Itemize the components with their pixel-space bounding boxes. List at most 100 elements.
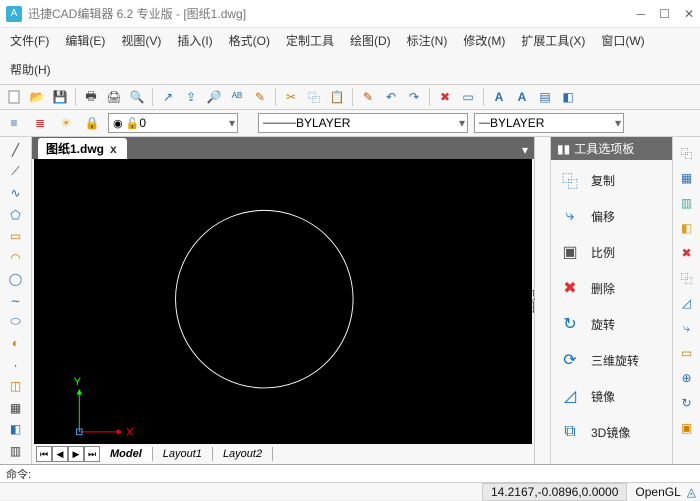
linetype-dropdown[interactable]: ——— BYLAYER▾ — [258, 113, 468, 133]
file-tab-close[interactable]: x — [110, 142, 117, 156]
copy-button[interactable]: ⿻ — [304, 87, 324, 107]
new-button[interactable] — [4, 87, 24, 107]
tab-last[interactable]: ⏭ — [84, 446, 100, 462]
menu-window[interactable]: 窗口(W) — [597, 30, 648, 51]
palette-item-5[interactable]: ⟳三维旋转 — [553, 344, 670, 376]
undo-button[interactable]: ↶ — [381, 87, 401, 107]
circle-tool[interactable]: ◯ — [5, 270, 27, 288]
text-b-button[interactable]: A — [512, 87, 532, 107]
tab-next[interactable]: ▶ — [68, 446, 84, 462]
ellipse-tool[interactable]: ⬭ — [5, 313, 27, 331]
polygon-tool[interactable]: ⬠ — [5, 205, 27, 223]
r-tool-3[interactable]: ▥ — [677, 193, 697, 213]
layer-mgr-button[interactable]: ≡ — [4, 113, 24, 133]
layer-dropdown[interactable]: ◉ 🔓 0▾ — [108, 113, 238, 133]
find-button[interactable]: 🔎 — [204, 87, 224, 107]
linetype-value: BYLAYER — [296, 116, 350, 130]
cut-button[interactable]: ✂ — [281, 87, 301, 107]
earc-tool[interactable]: ◐ — [5, 334, 27, 352]
palette-item-label: 三维旋转 — [591, 352, 639, 369]
hatch-tool[interactable]: ▦ — [5, 399, 27, 417]
menu-file[interactable]: 文件(F) — [6, 30, 53, 51]
table-tool[interactable]: ▥ — [5, 442, 27, 460]
menu-insert[interactable]: 插入(I) — [173, 30, 216, 51]
tab-model[interactable]: Model — [100, 447, 153, 461]
block-tool[interactable]: ◫ — [5, 377, 27, 395]
palette-item-0[interactable]: ⿻复制 — [553, 164, 670, 196]
match-button[interactable]: ✎ — [358, 87, 378, 107]
tab-layout1[interactable]: Layout1 — [153, 447, 213, 461]
palette-item-1[interactable]: ⤷偏移 — [553, 200, 670, 232]
menu-view[interactable]: 视图(V) — [117, 30, 165, 51]
tool-a-button[interactable]: ✎ — [250, 87, 270, 107]
r-tool-11[interactable]: ↻ — [677, 393, 697, 413]
text-a-button[interactable]: A — [489, 87, 509, 107]
preview-button[interactable]: 🔍 — [127, 87, 147, 107]
open-button[interactable]: 📂 — [27, 87, 47, 107]
palette-item-3[interactable]: ✖删除 — [553, 272, 670, 304]
menu-modify[interactable]: 修改(M) — [459, 30, 509, 51]
select-button[interactable]: ▭ — [458, 87, 478, 107]
status-icon[interactable]: ◬ — [687, 485, 696, 499]
palette-item-4[interactable]: ↻旋转 — [553, 308, 670, 340]
text-c-button[interactable]: ▤ — [535, 87, 555, 107]
spline-tool[interactable]: ∼ — [5, 291, 27, 309]
drawn-circle[interactable] — [176, 210, 354, 388]
menu-help[interactable]: 帮助(H) — [6, 59, 55, 80]
layer-tool-button[interactable]: ☀ — [56, 113, 76, 133]
tool-palette: ▮▮ 工具选项板 ⿻复制 ⤷偏移 ▣比例 ✖删除 ↻旋转 ⟳三维旋转 ◿镜像 ⧉3D镜像 — [550, 137, 672, 464]
region-tool[interactable]: ◧ — [5, 420, 27, 438]
tab-dropdown-icon[interactable]: ▾ — [522, 143, 528, 157]
command-line[interactable]: 命令: — [0, 464, 700, 482]
menu-custom[interactable]: 定制工具 — [282, 30, 338, 51]
r-tool-4[interactable]: ◧ — [677, 218, 697, 238]
export-button[interactable]: ⇪ — [181, 87, 201, 107]
r-tool-6[interactable]: ⿻ — [677, 268, 697, 288]
r-tool-5[interactable]: ✖ — [677, 243, 697, 263]
menu-dim[interactable]: 标注(N) — [403, 30, 452, 51]
palette-item-7[interactable]: ⧉3D镜像 — [553, 416, 670, 448]
publish-button[interactable]: ↗ — [158, 87, 178, 107]
print-button[interactable]: 🖶 — [81, 87, 101, 107]
menu-draw[interactable]: 绘图(D) — [346, 30, 395, 51]
file-tab-label: 图纸1.dwg — [46, 140, 104, 157]
xline-tool[interactable]: ⟋ — [5, 162, 27, 180]
maximize-button[interactable]: ☐ — [659, 7, 670, 21]
save-button[interactable]: 💾 — [50, 87, 70, 107]
r-tool-1[interactable]: ⿻ — [677, 143, 697, 163]
r-tool-10[interactable]: ⊕ — [677, 368, 697, 388]
layer-state-button[interactable]: ≣ — [30, 113, 50, 133]
spell-button[interactable]: ᴬᴮ — [227, 87, 247, 107]
erase-button[interactable]: ✖ — [435, 87, 455, 107]
redo-button[interactable]: ↷ — [404, 87, 424, 107]
minimize-button[interactable]: ─ — [637, 7, 646, 21]
tab-first[interactable]: ⏮ — [36, 446, 52, 462]
lineweight-dropdown[interactable]: — BYLAYER▾ — [474, 113, 624, 133]
palette-item-6[interactable]: ◿镜像 — [553, 380, 670, 412]
r-tool-12[interactable]: ▣ — [677, 418, 697, 438]
paste-button[interactable]: 📋 — [327, 87, 347, 107]
arc-tool[interactable]: ◠ — [5, 248, 27, 266]
menu-format[interactable]: 格式(O) — [225, 30, 274, 51]
menu-edit[interactable]: 编辑(E) — [61, 30, 109, 51]
r-tool-2[interactable]: ▦ — [677, 168, 697, 188]
tab-layout2[interactable]: Layout2 — [213, 447, 273, 461]
text-d-button[interactable]: ◧ — [558, 87, 578, 107]
file-tab[interactable]: 图纸1.dwg x — [38, 138, 127, 159]
palette-title-bar[interactable]: ▮▮ 工具选项板 — [551, 137, 672, 160]
line-tool[interactable]: ╱ — [5, 141, 27, 159]
tab-prev[interactable]: ◀ — [52, 446, 68, 462]
plot-button[interactable]: 🖨 — [104, 87, 124, 107]
r-tool-9[interactable]: ▭ — [677, 343, 697, 363]
pline-tool[interactable]: ∿ — [5, 184, 27, 202]
r-tool-8[interactable]: ⤷ — [677, 318, 697, 338]
menu-ext[interactable]: 扩展工具(X) — [517, 30, 589, 51]
close-button[interactable]: ✕ — [684, 7, 694, 21]
layer-lock-button[interactable]: 🔒 — [82, 113, 102, 133]
rect-tool[interactable]: ▭ — [5, 227, 27, 245]
palette-item-label: 镜像 — [591, 388, 615, 405]
point-tool[interactable]: · — [5, 356, 27, 374]
canvas[interactable]: X Y — [34, 159, 532, 444]
r-tool-7[interactable]: ◿ — [677, 293, 697, 313]
palette-item-2[interactable]: ▣比例 — [553, 236, 670, 268]
